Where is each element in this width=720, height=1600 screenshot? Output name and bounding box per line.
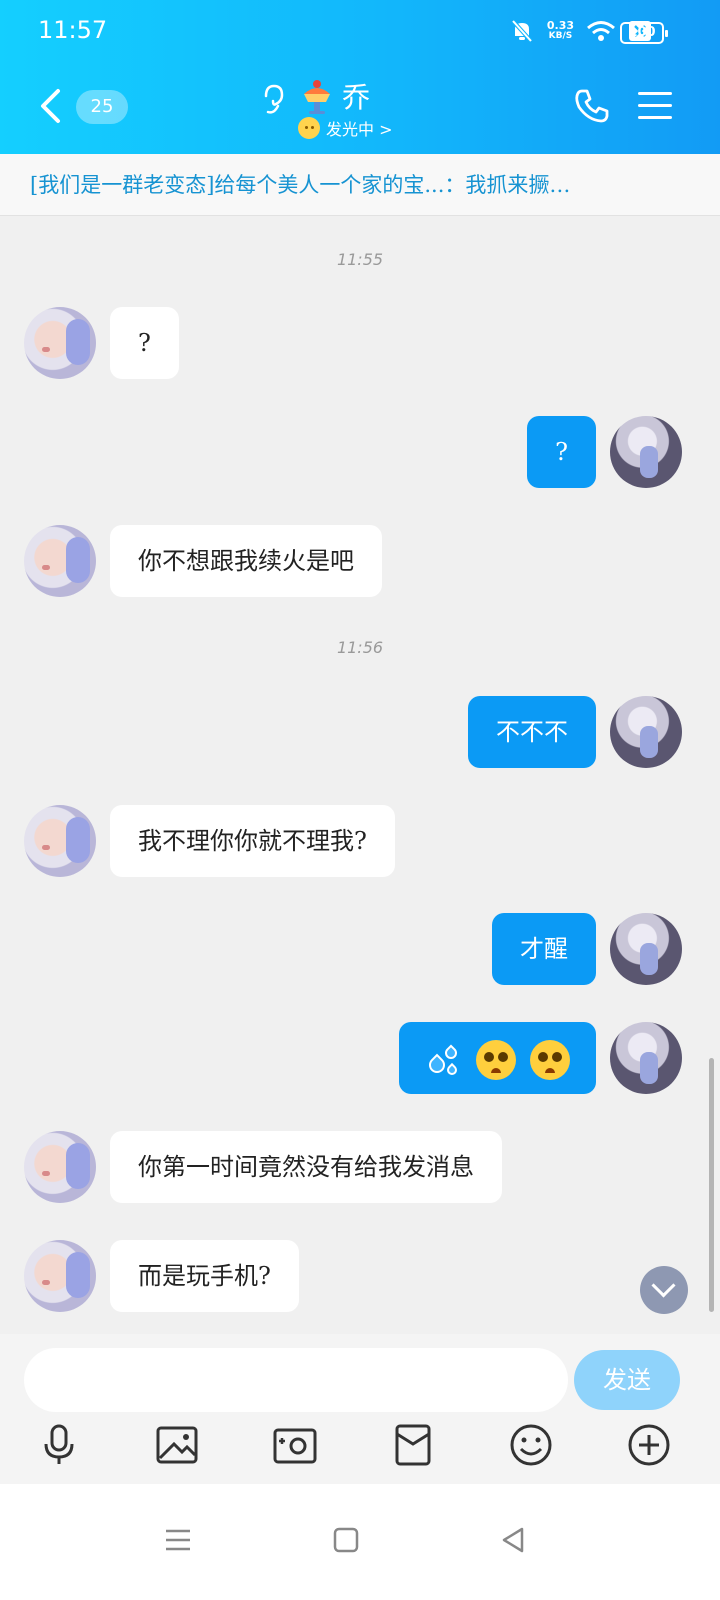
input-area: 发送 — [0, 1334, 720, 1484]
unread-count-badge[interactable]: 25 — [76, 90, 128, 124]
contact-avatar[interactable] — [24, 307, 96, 379]
back-triangle-icon[interactable] — [498, 1524, 530, 1556]
message-bubble[interactable]: 不不不 — [468, 696, 596, 768]
net-speed-unit: KB/S — [548, 31, 573, 41]
pleading-face-icon — [476, 1039, 517, 1080]
status-time: 11:57 — [38, 16, 108, 44]
contact-avatar[interactable] — [24, 1131, 96, 1203]
contact-avatar[interactable] — [24, 525, 96, 597]
contact-avatar[interactable] — [24, 1240, 96, 1312]
my-avatar[interactable] — [610, 1022, 682, 1094]
pleading-face-icon — [530, 1039, 570, 1080]
menu-line — [638, 116, 672, 119]
send-button[interactable]: 发送 — [574, 1350, 680, 1410]
status-text: 发光中 > — [326, 120, 393, 139]
message-bubble[interactable]: ? — [527, 416, 596, 488]
message-input[interactable] — [24, 1348, 568, 1412]
menu-icon[interactable] — [638, 92, 672, 120]
status-bar: 11:57 0.33 KB/S 100 — [0, 0, 720, 66]
menu-line — [638, 104, 672, 107]
ear-icon — [264, 84, 284, 114]
back-arrow-icon[interactable] — [36, 88, 64, 124]
mute-bell-icon — [511, 19, 533, 43]
emoji-icon[interactable] — [508, 1422, 554, 1468]
contact-avatar[interactable] — [24, 805, 96, 877]
group-message-banner[interactable]: [我们是一群老变态]给每个美人一个家的宝...：我抓来撅… — [0, 154, 720, 216]
net-speed-value: 0.33 — [546, 19, 574, 32]
battery-indicator: 100 — [620, 22, 668, 44]
red-packet-icon[interactable] — [390, 1422, 436, 1468]
recent-apps-icon[interactable] — [162, 1524, 194, 1556]
plus-icon[interactable] — [626, 1422, 672, 1468]
my-avatar[interactable] — [610, 913, 682, 985]
chat-title-area[interactable]: 乔 发光中 > — [260, 76, 460, 146]
timestamp: 11:55 — [336, 250, 384, 269]
dessert-icon — [304, 80, 330, 114]
timestamp: 11:56 — [336, 638, 384, 657]
input-toolbar — [0, 1422, 720, 1472]
message-bubble[interactable]: 才醒 — [492, 913, 596, 985]
scroll-to-bottom-button[interactable] — [640, 1266, 688, 1314]
camera-icon[interactable] — [272, 1422, 318, 1468]
scrollbar[interactable] — [709, 1058, 714, 1312]
microphone-icon[interactable] — [36, 1422, 82, 1468]
emoji-message-bubble[interactable] — [398, 1022, 596, 1094]
network-speed: 0.33 KB/S — [547, 20, 574, 42]
image-icon[interactable] — [154, 1422, 200, 1468]
sweat-drops-icon — [425, 1041, 463, 1079]
message-bubble[interactable]: 我不理你你就不理我? — [110, 805, 395, 877]
message-bubble[interactable]: 而是玩手机? — [110, 1240, 299, 1312]
chat-header: 11:57 0.33 KB/S 100 25 乔 发光中 > — [0, 0, 720, 154]
menu-line — [638, 92, 672, 95]
message-bubble[interactable]: ? — [110, 307, 179, 379]
message-bubble[interactable]: 你第一时间竟然没有给我发消息 — [110, 1131, 502, 1203]
my-avatar[interactable] — [610, 696, 682, 768]
message-bubble[interactable]: 你不想跟我续火是吧 — [110, 525, 382, 597]
sun-face-icon — [298, 117, 320, 139]
online-status[interactable]: 发光中 > — [298, 116, 393, 140]
system-nav-bar — [0, 1484, 720, 1600]
wifi-icon — [587, 21, 615, 41]
phone-icon[interactable] — [574, 88, 610, 124]
home-icon[interactable] — [330, 1524, 362, 1556]
my-avatar[interactable] — [610, 416, 682, 488]
chat-title: 乔 — [342, 81, 371, 114]
